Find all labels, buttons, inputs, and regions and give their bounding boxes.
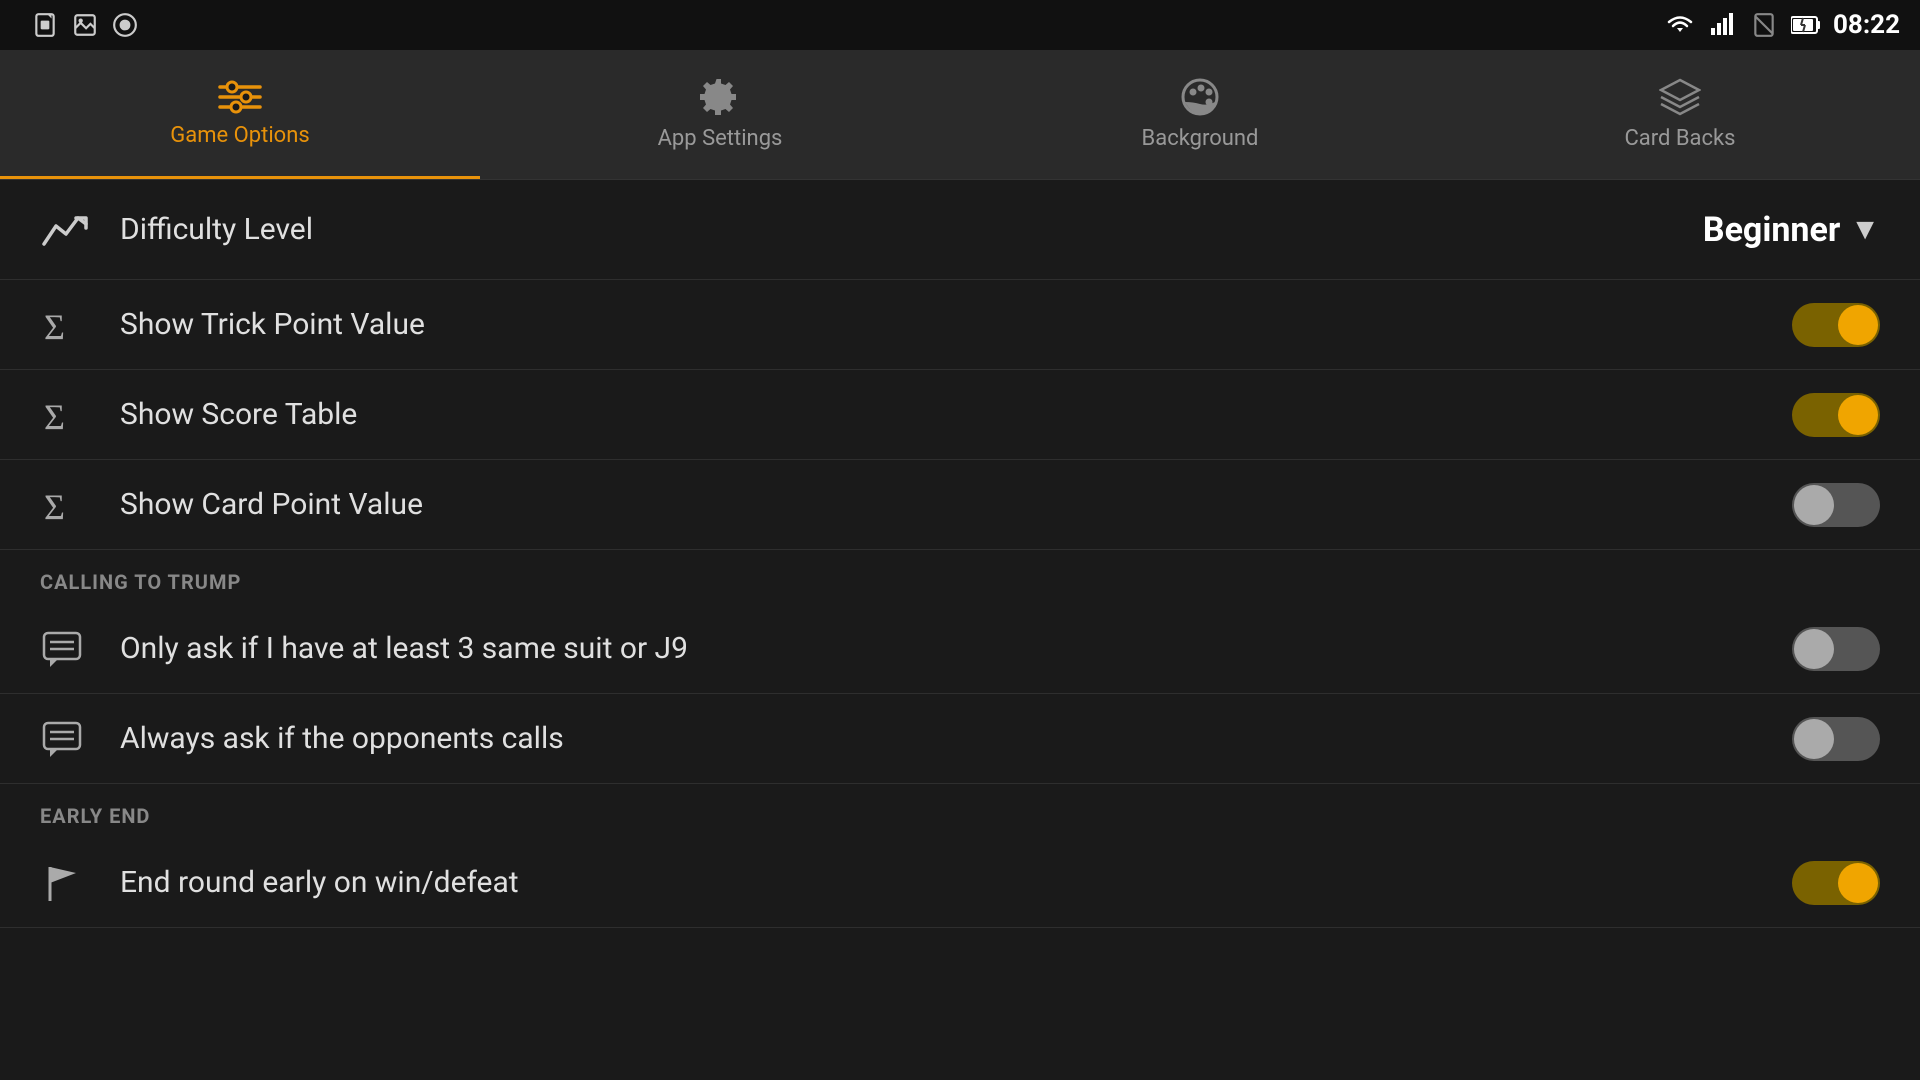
toggle-knob <box>1794 629 1834 669</box>
tab-app-settings-label: App Settings <box>658 126 783 151</box>
only-ask-toggle[interactable] <box>1792 627 1880 671</box>
status-bar: 08:22 <box>0 0 1920 50</box>
tab-game-options-label: Game Options <box>170 123 309 148</box>
signal-icon <box>1707 10 1737 40</box>
early-end-header: EARLY END <box>0 784 1920 838</box>
wifi-icon <box>1665 10 1695 40</box>
content-area: Difficulty Level Beginner ▼ Σ Show Trick… <box>0 180 1920 928</box>
battery-icon <box>1791 10 1821 40</box>
end-round-row[interactable]: End round early on win/defeat <box>0 838 1920 928</box>
end-round-label: End round early on win/defeat <box>120 865 1792 900</box>
toggle-knob <box>1838 863 1878 903</box>
tab-bar: Game Options App Settings Background <box>0 50 1920 180</box>
chat-only-icon <box>40 627 100 671</box>
sim-card-icon <box>30 10 60 40</box>
difficulty-label: Difficulty Level <box>120 212 1703 247</box>
show-card-point-value-row[interactable]: Σ Show Card Point Value <box>0 460 1920 550</box>
difficulty-selected: Beginner <box>1703 210 1840 250</box>
toggle-knob <box>1838 305 1878 345</box>
record-icon <box>110 10 140 40</box>
no-sim-icon <box>1749 10 1779 40</box>
tab-app-settings[interactable]: App Settings <box>480 50 960 179</box>
end-round-toggle[interactable] <box>1792 861 1880 905</box>
svg-text:Σ: Σ <box>44 397 65 435</box>
difficulty-icon <box>40 210 100 250</box>
calling-to-trump-header: CALLING TO TRUMP <box>0 550 1920 604</box>
toggle-knob <box>1794 485 1834 525</box>
show-trick-point-toggle[interactable] <box>1792 303 1880 347</box>
tab-background[interactable]: Background <box>960 50 1440 179</box>
always-ask-toggle[interactable] <box>1792 717 1880 761</box>
toggle-knob <box>1794 719 1834 759</box>
sliders-icon <box>218 79 262 115</box>
dropdown-arrow-icon: ▼ <box>1850 212 1880 247</box>
show-trick-point-value-row[interactable]: Σ Show Trick Point Value <box>0 280 1920 370</box>
sigma-score-icon: Σ <box>40 395 100 435</box>
tab-card-backs-label: Card Backs <box>1624 126 1735 151</box>
tab-background-label: Background <box>1142 126 1259 151</box>
layers-icon <box>1659 76 1701 118</box>
image-icon <box>70 10 100 40</box>
show-trick-point-label: Show Trick Point Value <box>120 307 1792 342</box>
show-card-point-toggle[interactable] <box>1792 483 1880 527</box>
always-ask-label: Always ask if the opponents calls <box>120 721 1792 756</box>
show-score-table-row[interactable]: Σ Show Score Table <box>0 370 1920 460</box>
only-ask-row[interactable]: Only ask if I have at least 3 same suit … <box>0 604 1920 694</box>
tab-card-backs[interactable]: Card Backs <box>1440 50 1920 179</box>
status-time: 08:22 <box>1833 10 1900 40</box>
gear-icon <box>699 76 741 118</box>
palette-icon <box>1179 76 1221 118</box>
sigma-card-icon: Σ <box>40 485 100 525</box>
always-ask-row[interactable]: Always ask if the opponents calls <box>0 694 1920 784</box>
difficulty-row[interactable]: Difficulty Level Beginner ▼ <box>0 180 1920 280</box>
only-ask-label: Only ask if I have at least 3 same suit … <box>120 631 1792 666</box>
chat-always-icon <box>40 717 100 761</box>
svg-text:Σ: Σ <box>44 487 65 525</box>
flag-icon <box>40 861 100 905</box>
toggle-knob <box>1838 395 1878 435</box>
svg-text:Σ: Σ <box>44 307 65 345</box>
show-card-point-label: Show Card Point Value <box>120 487 1792 522</box>
tab-game-options[interactable]: Game Options <box>0 50 480 179</box>
show-score-table-label: Show Score Table <box>120 397 1792 432</box>
sigma-trick-icon: Σ <box>40 305 100 345</box>
difficulty-value[interactable]: Beginner ▼ <box>1703 210 1880 250</box>
show-score-table-toggle[interactable] <box>1792 393 1880 437</box>
